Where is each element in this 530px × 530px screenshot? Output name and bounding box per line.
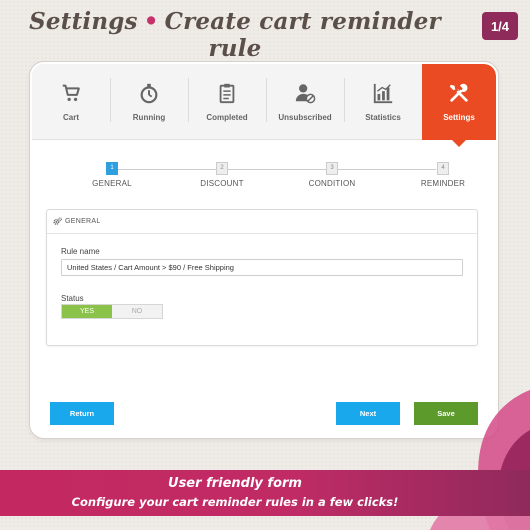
title-separator: • <box>143 8 159 35</box>
status-no-option[interactable]: NO <box>112 305 162 318</box>
banner-headline: User friendly form <box>168 476 302 491</box>
tab-settings[interactable]: Settings <box>422 64 496 147</box>
step-number: 3 <box>326 162 338 175</box>
cart-icon <box>62 84 80 102</box>
panel-title: GENERAL <box>65 218 101 225</box>
general-panel: GENERAL Rule name Status YES NO <box>46 209 478 346</box>
step-label: DISCOUNT <box>200 179 244 188</box>
status-toggle[interactable]: YES NO <box>61 304 163 319</box>
rule-name-label: Rule name <box>61 247 100 256</box>
tab-running[interactable]: Running <box>110 64 188 140</box>
step-number: 1 <box>106 162 118 175</box>
panel-header: GENERAL <box>47 210 477 234</box>
clipboard-icon <box>219 83 235 104</box>
status-yes-option[interactable]: YES <box>62 305 112 318</box>
step-number: 2 <box>216 162 228 175</box>
page-indicator-badge: 1/4 <box>482 12 518 40</box>
tab-label: Completed <box>206 113 248 122</box>
user-unsubscribe-icon <box>295 84 316 104</box>
promo-banner: User friendly form Configure your cart r… <box>0 470 530 516</box>
step-discount[interactable]: 2 DISCOUNT <box>182 162 262 188</box>
tools-icon <box>449 83 468 102</box>
page-title: Settings • Create cart reminder rule <box>0 8 470 62</box>
tab-completed[interactable]: Completed <box>188 64 266 140</box>
banner-subline: Configure your cart reminder rules in a … <box>71 495 399 509</box>
tab-label: Settings <box>443 113 475 122</box>
tab-label: Unsubscribed <box>278 113 332 122</box>
step-general[interactable]: 1 GENERAL <box>72 162 152 188</box>
tab-cart[interactable]: Cart <box>32 64 110 140</box>
stopwatch-icon <box>140 83 158 104</box>
page-title-rest: Create cart reminder rule <box>164 8 441 62</box>
tab-unsubscribed[interactable]: Unsubscribed <box>266 64 344 140</box>
step-number: 4 <box>437 162 449 175</box>
step-condition[interactable]: 3 CONDITION <box>292 162 372 188</box>
tab-statistics[interactable]: Statistics <box>344 64 422 140</box>
step-label: CONDITION <box>308 179 356 188</box>
steps-connector-line <box>112 169 436 170</box>
tab-bar: Cart Running Completed Unsubscribed Stat… <box>32 64 496 147</box>
gears-icon <box>53 217 62 225</box>
rule-name-input[interactable] <box>61 259 463 276</box>
tab-label: Statistics <box>365 113 401 122</box>
wizard-steps: 1 GENERAL 2 DISCOUNT 3 CONDITION 4 REMIN… <box>32 162 496 196</box>
status-label: Status <box>61 294 84 303</box>
return-button[interactable]: Return <box>50 402 114 425</box>
step-reminder[interactable]: 4 REMINDER <box>403 162 483 188</box>
step-label: REMINDER <box>420 179 466 188</box>
tab-label: Running <box>132 113 166 122</box>
tab-label: Cart <box>62 113 79 122</box>
page-title-main: Settings <box>29 8 138 35</box>
next-button[interactable]: Next <box>336 402 400 425</box>
bar-chart-icon <box>373 83 393 104</box>
step-label: GENERAL <box>92 179 132 188</box>
